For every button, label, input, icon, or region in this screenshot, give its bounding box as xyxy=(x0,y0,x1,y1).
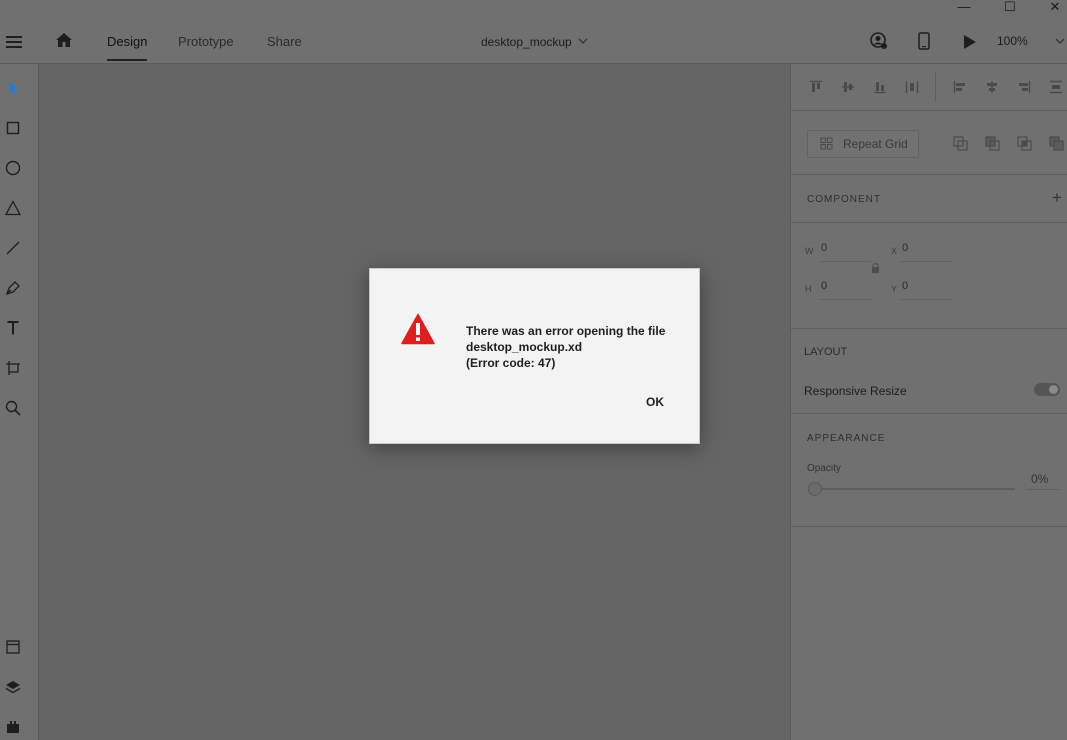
close-button[interactable]: ✕ xyxy=(1040,0,1067,16)
height-underline xyxy=(819,299,871,300)
zoom-tool-icon[interactable] xyxy=(4,399,22,417)
line-tool-icon[interactable] xyxy=(4,239,22,257)
align-top-icon[interactable] xyxy=(809,80,823,94)
tools-toolbar xyxy=(0,64,39,740)
pen-tool-icon[interactable] xyxy=(4,279,22,297)
layout-section xyxy=(791,328,1067,414)
boolean-add-icon[interactable] xyxy=(953,136,969,152)
y-label: Y xyxy=(891,284,898,294)
align-right-icon[interactable] xyxy=(1017,80,1031,94)
ok-button[interactable]: OK xyxy=(646,395,664,409)
error-code: (Error code: 47) xyxy=(466,356,556,370)
y-underline xyxy=(900,299,952,300)
minimize-button[interactable]: — xyxy=(949,0,979,16)
hamburger-menu-icon[interactable] xyxy=(6,36,22,48)
align-left-icon[interactable] xyxy=(953,80,967,94)
text-tool-icon[interactable] xyxy=(4,319,22,337)
component-section: COMPONENT + xyxy=(791,174,1067,223)
opacity-underline xyxy=(1026,489,1060,490)
tab-prototype[interactable]: Prototype xyxy=(178,34,234,49)
rectangle-tool-icon[interactable] xyxy=(4,119,22,137)
appearance-title: APPEARANCE xyxy=(807,433,886,444)
active-tab-indicator xyxy=(107,59,147,61)
app-menubar: Design Prototype Share desktop_mockup 10… xyxy=(0,20,1067,64)
maximize-button[interactable]: ☐ xyxy=(995,0,1025,16)
tab-design[interactable]: Design xyxy=(107,34,147,49)
ellipse-tool-icon[interactable] xyxy=(4,159,22,177)
distribute-vertical-icon[interactable] xyxy=(1049,80,1063,94)
opacity-input[interactable]: 0% xyxy=(1031,472,1048,486)
layout-title: LAYOUT xyxy=(804,346,848,358)
artboard-tool-icon[interactable] xyxy=(4,359,22,377)
error-line-1: There was an error opening the file xyxy=(466,324,666,338)
select-tool-icon[interactable] xyxy=(4,79,22,97)
zoom-level[interactable]: 100% xyxy=(997,34,1028,48)
responsive-resize-toggle[interactable] xyxy=(1034,383,1060,396)
height-input[interactable]: 0 xyxy=(821,280,827,292)
repeat-grid-button[interactable]: Repeat Grid xyxy=(807,130,919,158)
error-file-name: desktop_mockup.xd xyxy=(466,340,583,354)
alignment-section xyxy=(791,64,1067,111)
width-underline xyxy=(819,261,871,262)
opacity-slider-track[interactable] xyxy=(821,488,1015,490)
user-account-icon[interactable] xyxy=(870,32,888,50)
window-titlebar: — ☐ ✕ xyxy=(0,0,1067,20)
lock-aspect-icon[interactable] xyxy=(871,262,880,274)
tab-share[interactable]: Share xyxy=(267,34,302,49)
x-input[interactable]: 0 xyxy=(902,242,908,254)
home-icon[interactable] xyxy=(54,31,74,49)
width-label: W xyxy=(805,246,814,256)
align-divider xyxy=(935,72,936,102)
play-icon[interactable] xyxy=(963,34,977,50)
boolean-section: Repeat Grid xyxy=(791,110,1067,175)
error-dialog: There was an error opening the file desk… xyxy=(369,268,700,444)
error-message: There was an error opening the file desk… xyxy=(466,323,665,371)
transform-section: W 0 X 0 H 0 Y 0 xyxy=(791,222,1067,329)
layers-icon[interactable] xyxy=(4,678,22,696)
component-title: COMPONENT xyxy=(807,194,881,205)
opacity-slider-thumb[interactable] xyxy=(808,482,822,496)
distribute-horizontal-icon[interactable] xyxy=(905,80,919,94)
width-input[interactable]: 0 xyxy=(821,242,827,254)
boolean-exclude-icon[interactable] xyxy=(1049,136,1065,152)
assets-icon[interactable] xyxy=(4,638,22,656)
polygon-tool-icon[interactable] xyxy=(4,199,22,217)
boolean-intersect-icon[interactable] xyxy=(1017,136,1033,152)
align-center-icon[interactable] xyxy=(985,80,999,94)
add-component-button[interactable]: + xyxy=(1052,188,1062,208)
document-title[interactable]: desktop_mockup xyxy=(481,35,572,49)
property-inspector: Repeat Grid COMPONENT + W 0 X 0 H 0 Y 0 … xyxy=(790,64,1067,740)
warning-icon xyxy=(401,313,435,345)
y-input[interactable]: 0 xyxy=(902,280,908,292)
responsive-resize-label: Responsive Resize xyxy=(804,384,907,398)
plugins-icon[interactable] xyxy=(4,718,22,736)
height-label: H xyxy=(805,284,812,294)
boolean-subtract-icon[interactable] xyxy=(985,136,1001,152)
grid-icon xyxy=(820,137,833,150)
opacity-label: Opacity xyxy=(807,463,841,474)
repeat-grid-label: Repeat Grid xyxy=(843,137,908,151)
align-bottom-icon[interactable] xyxy=(873,80,887,94)
chevron-down-icon[interactable] xyxy=(578,37,588,45)
x-underline xyxy=(900,261,952,262)
x-label: X xyxy=(891,246,898,256)
zoom-chevron-down-icon[interactable] xyxy=(1055,37,1065,45)
align-middle-icon[interactable] xyxy=(841,80,855,94)
device-preview-icon[interactable] xyxy=(918,32,930,50)
